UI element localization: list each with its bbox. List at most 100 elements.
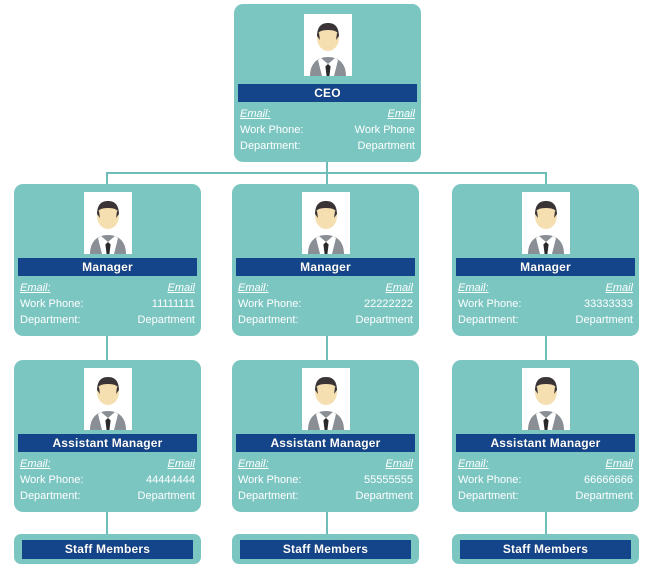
field-department: Department: Department: [240, 138, 415, 154]
org-node-title: Manager: [18, 258, 197, 276]
field-department-value: Department: [355, 314, 413, 326]
field-email-value[interactable]: Email: [387, 106, 415, 122]
field-department-value: Department: [357, 140, 415, 152]
field-work-phone-value: 11111111: [151, 298, 195, 310]
connector-assistant-to-staff-2: [545, 512, 547, 534]
person-avatar-icon: [301, 368, 350, 430]
field-email-value[interactable]: Email: [605, 280, 633, 296]
field-work-phone-label: Work Phone:: [20, 298, 84, 310]
org-node-title: Assistant Manager: [456, 434, 635, 452]
field-email-value[interactable]: Email: [385, 280, 413, 296]
field-department-value: Department: [575, 314, 633, 326]
org-node-title: Staff Members: [240, 539, 411, 559]
field-email-label: Email:: [20, 458, 51, 470]
field-department-label: Department:: [238, 314, 299, 326]
field-email-value[interactable]: Email: [167, 280, 195, 296]
field-department: Department: Department: [238, 312, 413, 328]
org-node-fields: Email: Email Work Phone: 55555555 Depart…: [238, 456, 413, 504]
field-work-phone: Work Phone: 44444444: [20, 472, 195, 488]
org-node-title: Assistant Manager: [236, 434, 415, 452]
field-email: Email: Email: [458, 456, 633, 472]
org-node-title: Assistant Manager: [18, 434, 197, 452]
field-department-label: Department:: [20, 490, 81, 502]
field-email-label: Email:: [458, 282, 489, 294]
field-work-phone: Work Phone: 66666666: [458, 472, 633, 488]
field-email: Email: Email: [238, 456, 413, 472]
org-node-title: Manager: [456, 258, 635, 276]
org-node-assistant-manager-1[interactable]: Assistant Manager Email: Email Work Phon…: [14, 360, 201, 512]
field-work-phone-label: Work Phone:: [240, 124, 304, 136]
person-avatar-icon: [83, 192, 132, 254]
org-node-assistant-manager-2[interactable]: Assistant Manager Email: Email Work Phon…: [232, 360, 419, 512]
field-department-value: Department: [355, 490, 413, 502]
org-node-assistant-manager-3[interactable]: Assistant Manager Email: Email Work Phon…: [452, 360, 639, 512]
org-node-title: Manager: [236, 258, 415, 276]
org-node-fields: Email: Email Work Phone: 22222222 Depart…: [238, 280, 413, 328]
field-department-value: Department: [137, 314, 195, 326]
field-work-phone: Work Phone: 11111111: [20, 296, 195, 312]
org-node-fields: Email: Email Work Phone: 44444444 Depart…: [20, 456, 195, 504]
field-email: Email: Email: [20, 280, 195, 296]
org-node-staff-members-3[interactable]: Staff Members: [452, 534, 639, 564]
connector-assistant-to-staff-0: [106, 512, 108, 534]
field-work-phone-value: Work Phone: [354, 124, 415, 136]
field-department-label: Department:: [238, 490, 299, 502]
org-node-manager-3[interactable]: Manager Email: Email Work Phone: 3333333…: [452, 184, 639, 336]
field-work-phone-value: 22222222: [364, 298, 413, 310]
org-node-staff-members-2[interactable]: Staff Members: [232, 534, 419, 564]
field-work-phone: Work Phone: 33333333: [458, 296, 633, 312]
org-node-fields: Email: Email Work Phone: 66666666 Depart…: [458, 456, 633, 504]
org-node-manager-2[interactable]: Manager Email: Email Work Phone: 2222222…: [232, 184, 419, 336]
connector-manager-to-assistant-1: [326, 336, 328, 360]
connector-manager-drop-1: [326, 172, 328, 184]
field-email-label: Email:: [240, 108, 271, 120]
org-node-staff-members-1[interactable]: Staff Members: [14, 534, 201, 564]
field-department: Department: Department: [238, 488, 413, 504]
person-avatar-icon: [303, 14, 352, 76]
field-work-phone-label: Work Phone:: [458, 474, 522, 486]
field-department-value: Department: [137, 490, 195, 502]
org-node-manager-1[interactable]: Manager Email: Email Work Phone: 1111111…: [14, 184, 201, 336]
field-department-label: Department:: [20, 314, 81, 326]
org-node-fields: Email: Email Work Phone: Work Phone Depa…: [240, 106, 415, 154]
org-node-title: Staff Members: [460, 539, 631, 559]
connector-manager-to-assistant-2: [545, 336, 547, 360]
field-email-label: Email:: [238, 458, 269, 470]
field-work-phone-label: Work Phone:: [458, 298, 522, 310]
connector-manager-drop-0: [106, 172, 108, 184]
person-avatar-icon: [521, 368, 570, 430]
field-email: Email: Email: [240, 106, 415, 122]
field-email-label: Email:: [238, 282, 269, 294]
field-department-label: Department:: [458, 314, 519, 326]
field-work-phone-value: 44444444: [146, 474, 195, 486]
field-work-phone-label: Work Phone:: [238, 298, 302, 310]
field-email-value[interactable]: Email: [605, 456, 633, 472]
field-email-label: Email:: [20, 282, 51, 294]
person-avatar-icon: [301, 192, 350, 254]
field-work-phone-label: Work Phone:: [20, 474, 84, 486]
field-work-phone: Work Phone: Work Phone: [240, 122, 415, 138]
field-department: Department: Department: [458, 312, 633, 328]
field-department: Department: Department: [20, 312, 195, 328]
org-node-fields: Email: Email Work Phone: 11111111 Depart…: [20, 280, 195, 328]
field-department: Department: Department: [458, 488, 633, 504]
connector-manager-to-assistant-0: [106, 336, 108, 360]
field-department-label: Department:: [458, 490, 519, 502]
org-node-ceo[interactable]: CEO Email: Email Work Phone: Work Phone …: [234, 4, 421, 162]
field-email: Email: Email: [458, 280, 633, 296]
connector-assistant-to-staff-1: [326, 512, 328, 534]
field-email-value[interactable]: Email: [385, 456, 413, 472]
field-department: Department: Department: [20, 488, 195, 504]
field-work-phone-label: Work Phone:: [238, 474, 302, 486]
person-avatar-icon: [521, 192, 570, 254]
field-email-value[interactable]: Email: [167, 456, 195, 472]
person-avatar-icon: [83, 368, 132, 430]
field-email: Email: Email: [238, 280, 413, 296]
org-node-fields: Email: Email Work Phone: 33333333 Depart…: [458, 280, 633, 328]
field-work-phone: Work Phone: 22222222: [238, 296, 413, 312]
field-department-value: Department: [575, 490, 633, 502]
field-email-label: Email:: [458, 458, 489, 470]
field-work-phone-value: 66666666: [584, 474, 633, 486]
field-work-phone-value: 55555555: [364, 474, 413, 486]
org-node-title: Staff Members: [22, 539, 193, 559]
